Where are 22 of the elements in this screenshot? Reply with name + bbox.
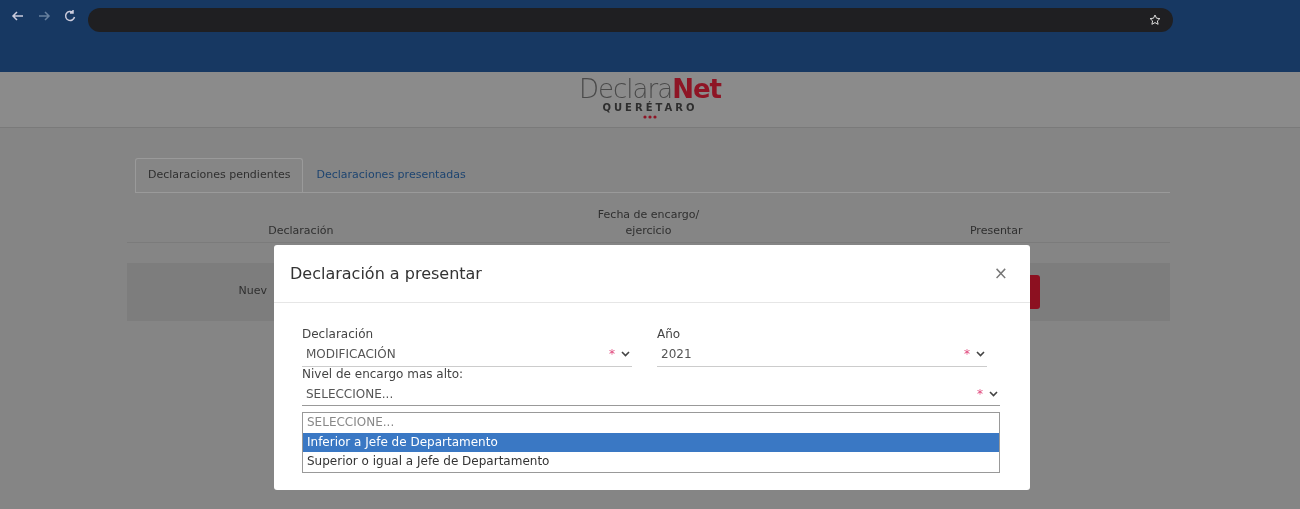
field-label: Año — [657, 327, 682, 343]
column-header: Declaración — [267, 223, 335, 239]
close-button[interactable]: × — [989, 260, 1012, 287]
chevron-down-icon — [976, 351, 985, 358]
logo-subtitle: QUERÉTARO — [602, 103, 698, 113]
reload-icon[interactable] — [62, 8, 78, 24]
column-header: ejercicio — [624, 223, 673, 239]
chevron-down-icon — [989, 390, 998, 397]
column-header: Presentar — [968, 223, 1024, 239]
tab[interactable]: Declaraciones pendientes — [135, 158, 304, 192]
star-icon[interactable] — [1149, 14, 1161, 26]
field-label: Declaración — [302, 327, 375, 343]
dropdown-option[interactable]: Inferior a Jefe de Departamento — [303, 432, 999, 453]
dropdown-option[interactable]: Superior o igual a Jefe de Departamento — [303, 452, 999, 472]
dots-icon — [642, 115, 658, 119]
logo-accent-text: Net — [672, 74, 721, 104]
chevron-down-icon — [621, 351, 630, 358]
table-cell-text: Nuev — [237, 283, 268, 300]
modal-title: Declaración a presentar — [290, 262, 482, 285]
column-header: Fecha de encargo/ — [596, 206, 701, 223]
tab[interactable]: Declaraciones presentadas — [303, 158, 479, 192]
field-label: Nivel de encargo mas alto: — [302, 366, 465, 383]
